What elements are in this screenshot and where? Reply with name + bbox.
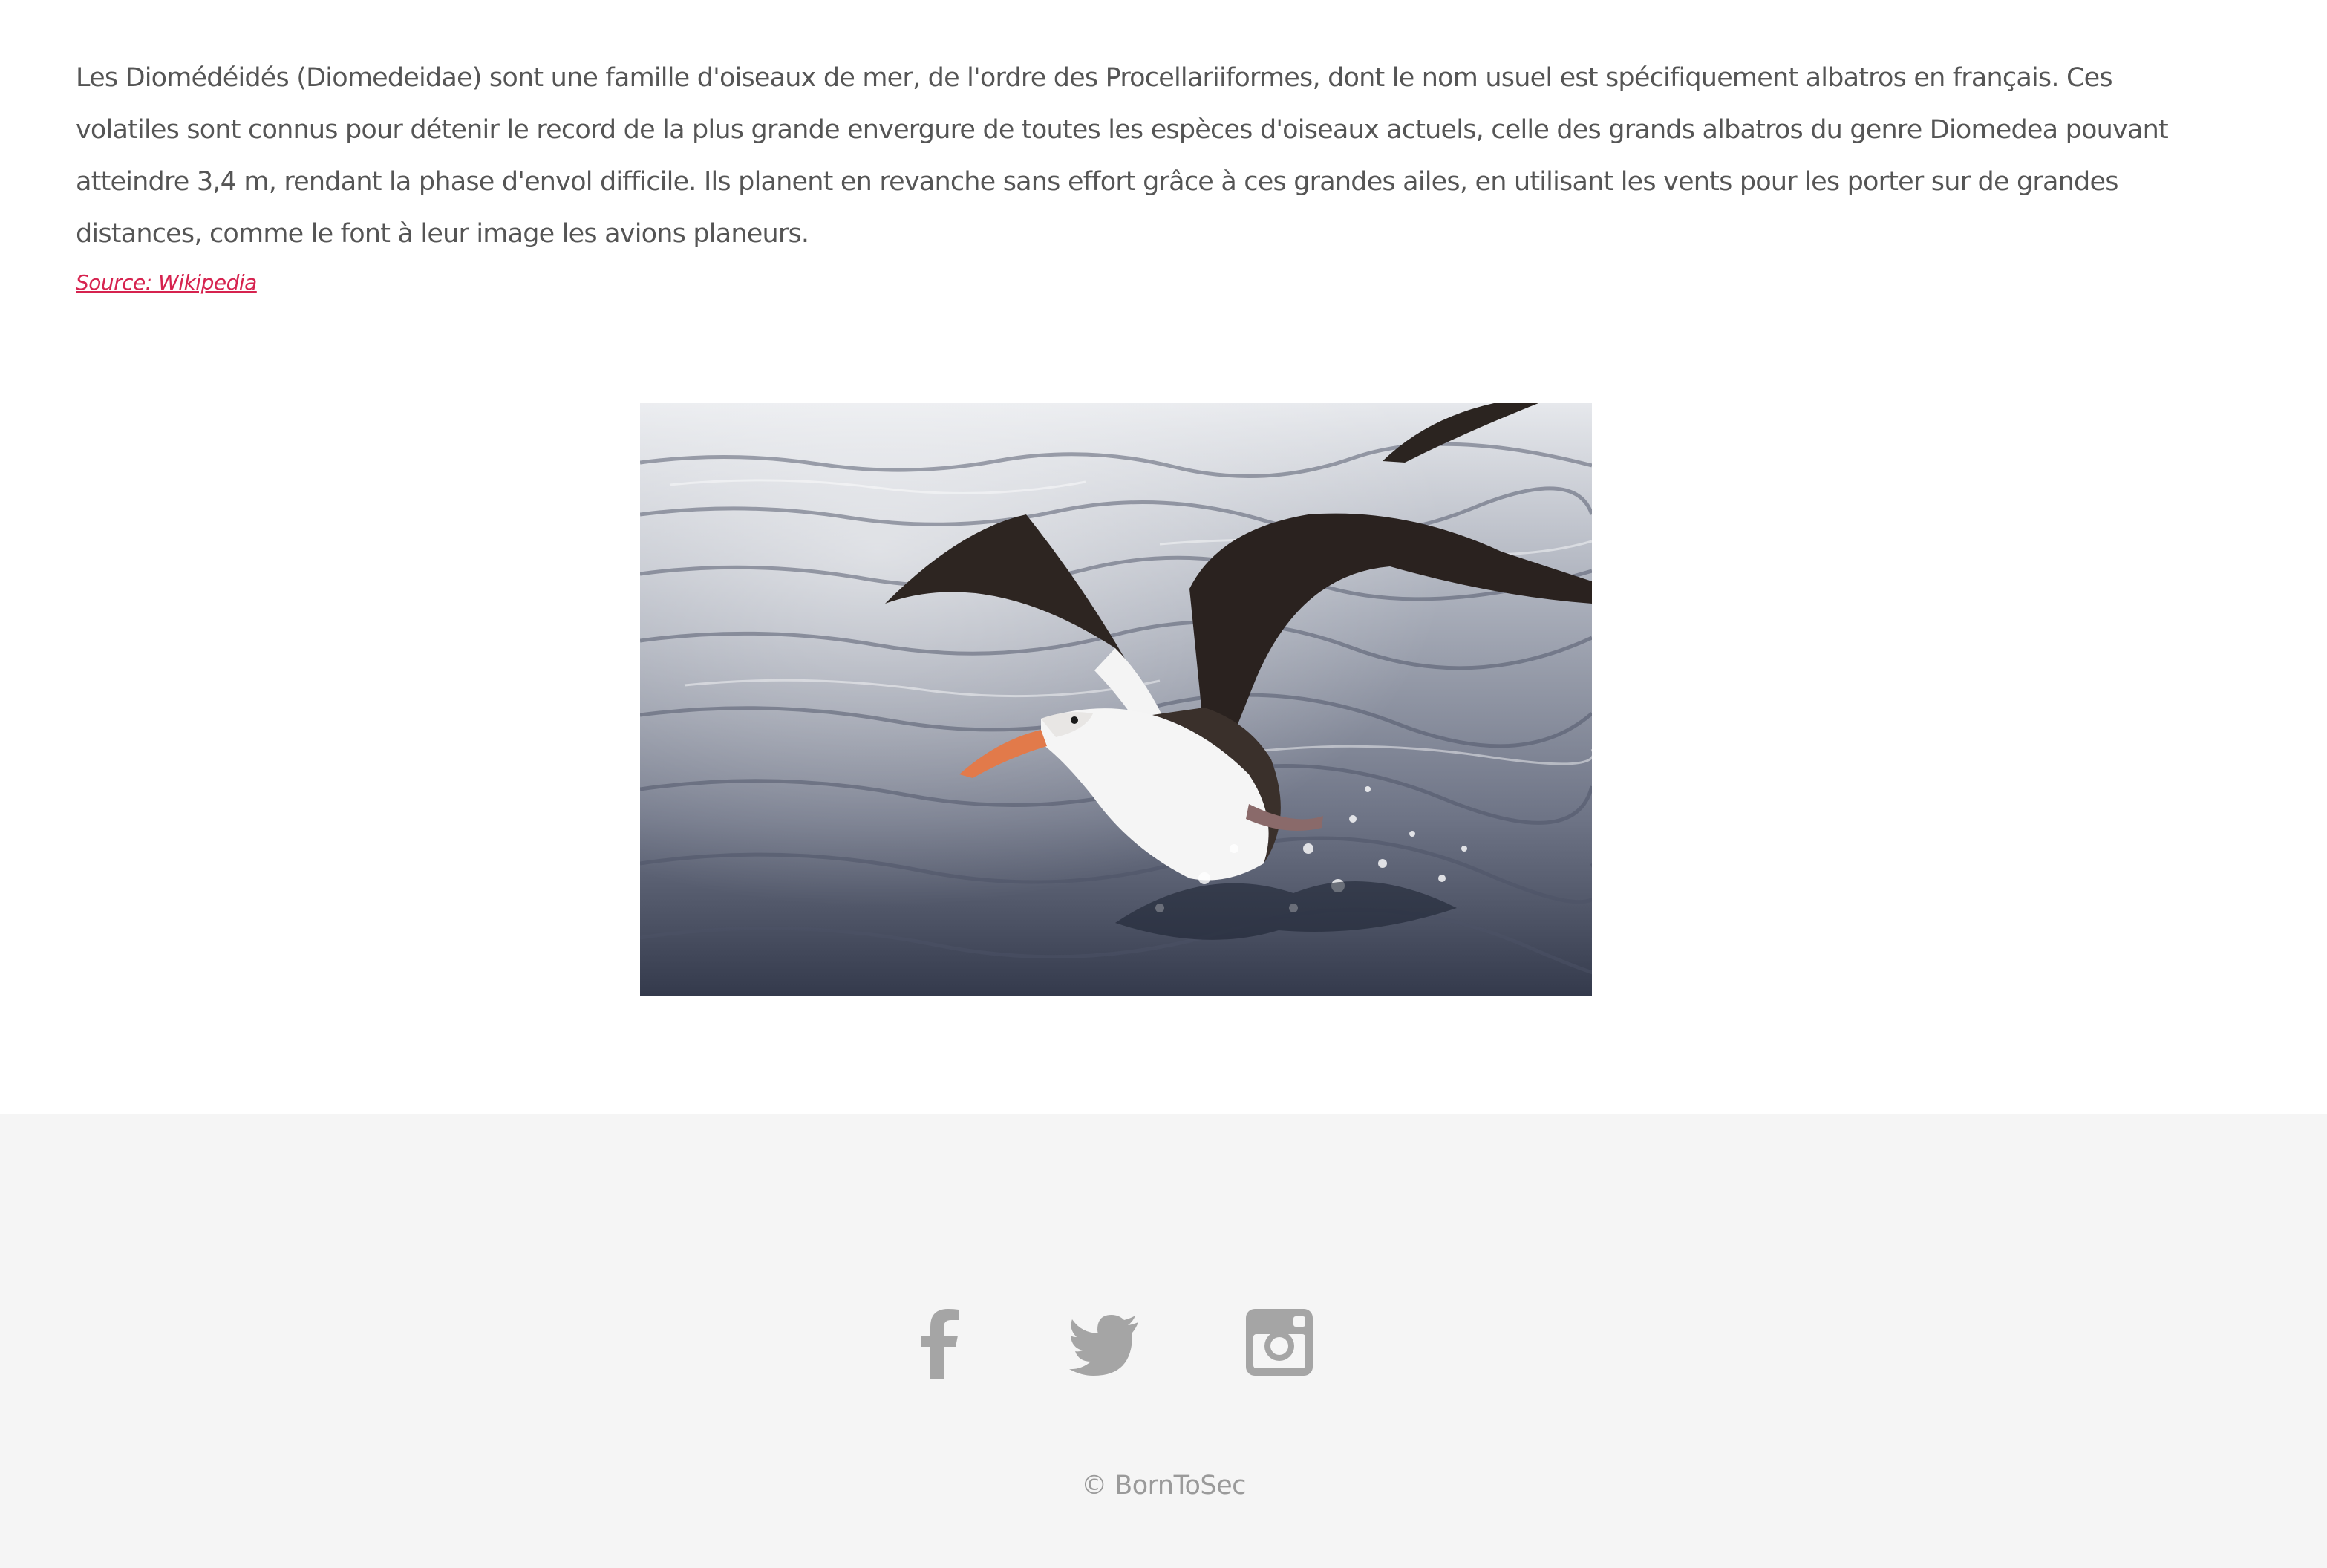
- twitter-icon: [1068, 1306, 1142, 1380]
- albatross-photo: [640, 403, 1592, 996]
- instagram-icon: [1241, 1306, 1316, 1380]
- social-links: [0, 1306, 2327, 1388]
- source-link[interactable]: Source: Wikipedia: [76, 270, 257, 295]
- facebook-link[interactable]: [902, 1306, 976, 1380]
- page: Les Diomédéidés (Diomedeidae) sont une f…: [0, 0, 2327, 1568]
- article: Les Diomédéidés (Diomedeidae) sont une f…: [76, 52, 2170, 295]
- footer: © BornToSec: [0, 1114, 2327, 1568]
- copyright-text: © BornToSec: [1081, 1471, 1246, 1500]
- intro-paragraph: Les Diomédéidés (Diomedeidae) sont une f…: [76, 63, 2169, 249]
- twitter-link[interactable]: [1068, 1306, 1142, 1380]
- facebook-icon: [902, 1306, 976, 1380]
- instagram-link[interactable]: [1241, 1306, 1316, 1380]
